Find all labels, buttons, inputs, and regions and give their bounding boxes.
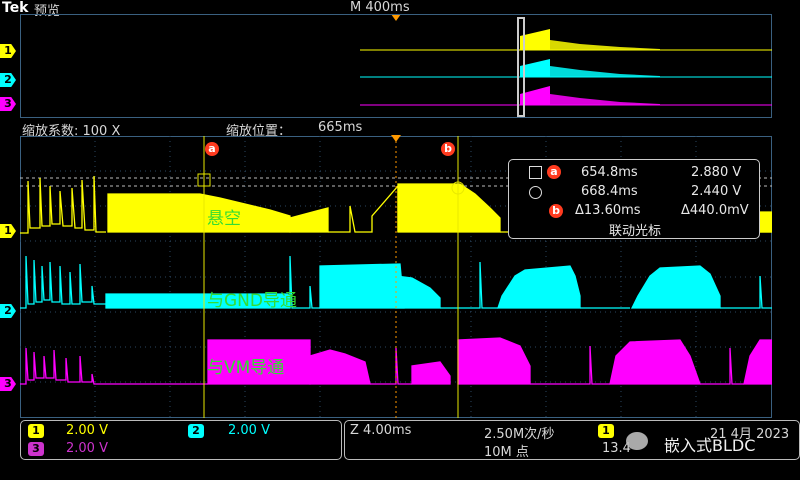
wechat-icon — [626, 432, 648, 450]
cursor-a-icon: a — [547, 165, 561, 179]
ch3-scale: 2.00 V — [66, 441, 108, 456]
annotation-ch2: 与GND导通 — [207, 291, 297, 311]
record-length: 10M 点 — [484, 445, 529, 460]
cursor-readout-panel: a 654.8ms 2.880 V 668.4ms 2.440 V b Δ13.… — [508, 159, 760, 239]
ch2-marker[interactable]: 2 — [0, 304, 16, 318]
cursor-b-time: 668.4ms — [581, 184, 638, 199]
cursor-b-volt: 2.440 V — [691, 184, 742, 199]
timebase-label: M 400ms — [350, 0, 410, 15]
annotation-ch3: 与VM导通 — [207, 358, 285, 378]
cursor-b-icon: b — [549, 204, 563, 218]
trigger-source-badge[interactable]: 1 — [598, 424, 614, 438]
annotation-ch1: 悬空 — [207, 209, 241, 229]
preview-ch1-marker[interactable]: 1 — [0, 44, 16, 58]
cursor-a-volt: 2.880 V — [691, 165, 742, 180]
ch1-marker[interactable]: 1 — [0, 224, 16, 238]
ch3-marker[interactable]: 3 — [0, 377, 16, 391]
cursor-b-badge[interactable]: b — [441, 142, 455, 156]
zoom-timebase: Z 4.00ms — [350, 423, 412, 438]
preview-ch3-marker[interactable]: 3 — [0, 97, 16, 111]
ch2-scale-badge[interactable]: 2 — [188, 424, 204, 438]
ch1-scale: 2.00 V — [66, 423, 108, 438]
ch2-scale: 2.00 V — [228, 423, 270, 438]
preview-waveform-window — [20, 14, 772, 118]
square-icon — [529, 166, 542, 179]
delta-volt: Δ440.0mV — [681, 203, 749, 218]
sample-rate: 2.50M次/秒 — [484, 427, 555, 442]
linked-cursor-label[interactable]: 联动光标 — [609, 220, 661, 239]
cursor-a-badge[interactable]: a — [205, 142, 219, 156]
zoom-position-value: 665ms — [318, 120, 363, 135]
ch3-scale-badge[interactable]: 3 — [28, 442, 44, 456]
watermark-text: 嵌入式BLDC — [664, 436, 756, 455]
zoom-trigger-marker — [391, 135, 401, 142]
delta-time: Δ13.60ms — [575, 203, 641, 218]
cursor-a-time: 654.8ms — [581, 165, 638, 180]
preview-ch2-marker[interactable]: 2 — [0, 73, 16, 87]
circle-icon — [529, 186, 542, 199]
ch1-scale-badge[interactable]: 1 — [28, 424, 44, 438]
